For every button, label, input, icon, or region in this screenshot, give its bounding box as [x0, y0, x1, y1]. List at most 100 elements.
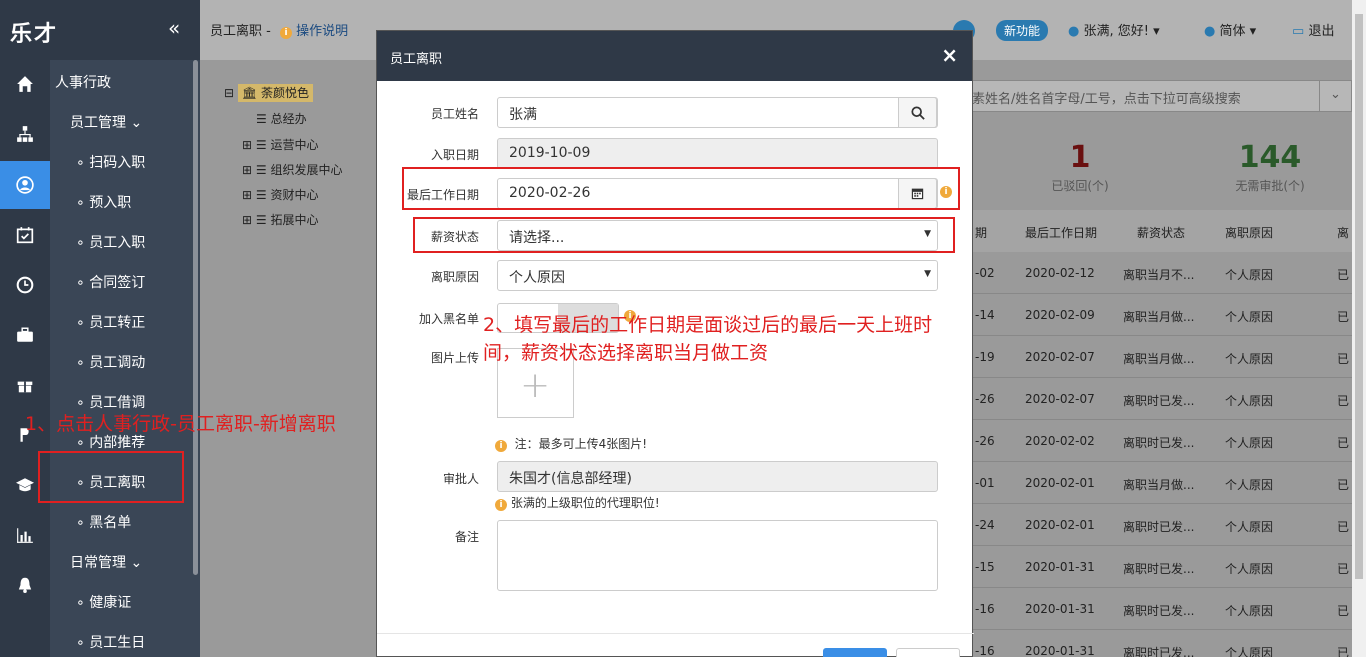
tree-node[interactable]: ⊞ ☰ 组织发展中心	[242, 161, 342, 178]
table-row[interactable]: -02 2020-02-12 离职当月不... 个人原因 已	[965, 252, 1352, 294]
hire-date-field: 2019-10-09	[497, 138, 938, 169]
cancel-button[interactable]	[896, 648, 960, 657]
table-cell: 2020-02-09	[1025, 308, 1095, 322]
org-icon[interactable]	[0, 110, 50, 158]
table-cell: 离职时已发...	[1123, 562, 1195, 576]
nav-group-employee[interactable]: 员工管理 ⌄	[70, 112, 142, 132]
employee-search-input[interactable]: 素姓名/姓名首字母/工号，点击下拉可高级搜索 ⌄	[965, 80, 1352, 112]
annotation-box-last-day	[402, 167, 960, 210]
table-row[interactable]: -16 2020-01-31 离职时已发... 个人原因 已	[965, 630, 1352, 657]
table-cell: 个人原因	[1225, 268, 1274, 282]
annotation-box-salary	[413, 217, 955, 253]
table-cell: 已	[1337, 268, 1350, 282]
label-name: 员工姓名	[430, 107, 479, 121]
nav-item[interactable]: ∘ 黑名单	[76, 512, 131, 532]
table-cell: 离职时已发...	[1123, 520, 1195, 534]
user-circle-icon[interactable]	[0, 161, 50, 209]
tree-node[interactable]: ⊞ ☰ 资财中心	[242, 186, 318, 203]
table-cell: 已	[1337, 646, 1350, 657]
modal-header: 员工离职 ×	[377, 31, 972, 81]
table-cell: 已	[1337, 394, 1350, 408]
calendar-check-icon[interactable]	[0, 211, 50, 259]
table-cell: -24	[975, 518, 995, 532]
table-cell: 已	[1337, 478, 1350, 492]
dropdown-caret-icon: ▼	[924, 269, 931, 279]
nav-section-hr[interactable]: 人事行政	[55, 72, 111, 92]
home-icon[interactable]	[0, 60, 50, 108]
collapse-sidebar-icon[interactable]: «	[168, 16, 180, 40]
table-cell: 个人原因	[1225, 310, 1274, 324]
clock-icon[interactable]	[0, 261, 50, 309]
table-row[interactable]: -26 2020-02-02 离职时已发... 个人原因 已	[965, 420, 1352, 462]
nav-item[interactable]: ∘ 员工入职	[76, 232, 145, 252]
table-cell: 个人原因	[1225, 520, 1274, 534]
user-menu[interactable]: ● 张满, 您好! ▾	[1068, 20, 1160, 39]
chevron-down-icon: ⌄	[130, 115, 143, 131]
subnav-scrollbar[interactable]	[193, 60, 198, 575]
stat-rejected: 1 已驳回(个)	[1051, 140, 1109, 193]
tree-node[interactable]: ⊞ ☰ 运营中心	[242, 136, 318, 153]
info-icon: i	[280, 27, 292, 39]
close-icon[interactable]: ×	[941, 43, 958, 67]
table-cell: 个人原因	[1225, 562, 1274, 576]
table-row[interactable]: -16 2020-01-31 离职时已发... 个人原因 已	[965, 588, 1352, 630]
table-cell: 2020-02-07	[1025, 350, 1095, 364]
table-cell: 2020-01-31	[1025, 644, 1095, 657]
table-cell: 离职时已发...	[1123, 646, 1195, 657]
table-cell: -19	[975, 350, 995, 364]
logout-button[interactable]: ▭ 退出	[1292, 20, 1334, 39]
employee-name-field[interactable]: 张满	[497, 97, 938, 128]
nav-item[interactable]: ∘ 合同签订	[76, 272, 145, 292]
nav-item[interactable]: ∘ 员工转正	[76, 312, 145, 332]
chart-icon[interactable]	[0, 511, 50, 559]
bell-icon[interactable]	[0, 561, 50, 609]
annotation-box-nav	[38, 451, 184, 503]
gift-icon[interactable]	[0, 361, 50, 409]
confirm-button[interactable]	[823, 648, 887, 657]
table-row[interactable]: -19 2020-02-07 离职当月做... 个人原因 已	[965, 336, 1352, 378]
lang-icon: ●	[1204, 24, 1216, 39]
table-cell: 2020-02-07	[1025, 392, 1095, 406]
tree-root[interactable]: ⊟ 🏛 荼颜悦色	[224, 84, 313, 102]
nav-item[interactable]: ∘ 预入职	[76, 192, 131, 212]
language-menu[interactable]: ● 简体 ▾	[1204, 20, 1256, 39]
table-row[interactable]: -26 2020-02-07 离职时已发... 个人原因 已	[965, 378, 1352, 420]
annotation-step2-line1: 2、填写最后的工作日期是面谈过后的最后一天上班时	[483, 314, 933, 336]
label-hire-date: 入职日期	[430, 148, 479, 162]
resignation-reason-select[interactable]: 个人原因 ▼	[497, 260, 938, 291]
nav-item[interactable]: ∘ 健康证	[76, 592, 131, 612]
help-link[interactable]: i 操作说明	[280, 20, 348, 39]
table-cell: 已	[1337, 604, 1350, 618]
nav-item[interactable]: ∘ 扫码入职	[76, 152, 145, 172]
tree-node[interactable]: ⊞ ☰ 拓展中心	[242, 211, 318, 228]
approver-field: 朱国才(信息部经理)	[497, 461, 938, 492]
search-icon[interactable]	[898, 97, 937, 128]
briefcase-icon[interactable]	[0, 311, 50, 359]
table-row[interactable]: -01 2020-02-01 离职当月做... 个人原因 已	[965, 462, 1352, 504]
logout-icon: ▭	[1292, 24, 1305, 39]
table-row[interactable]: -24 2020-02-01 离职时已发... 个人原因 已	[965, 504, 1352, 546]
table-row[interactable]: -14 2020-02-09 离职当月做... 个人原因 已	[965, 294, 1352, 336]
table-cell: 个人原因	[1225, 436, 1274, 450]
page-scrollbar[interactable]	[1352, 0, 1366, 657]
sub-navigation: 人事行政 员工管理 ⌄ ∘ 扫码入职 ∘ 预入职 ∘ 员工入职 ∘ 合同签订 ∘…	[50, 60, 200, 657]
user-icon: ●	[1068, 24, 1080, 39]
chevron-down-icon[interactable]: ⌄	[1319, 81, 1351, 111]
table-cell: 已	[1337, 436, 1350, 450]
tree-node[interactable]: ☰ 总经办	[256, 110, 307, 127]
table-cell: 离职时已发...	[1123, 436, 1195, 450]
breadcrumb: 员工离职 -	[210, 24, 271, 39]
table-cell: 已	[1337, 352, 1350, 366]
bank-icon: 🏛	[241, 86, 258, 100]
remark-textarea[interactable]	[497, 520, 938, 591]
nav-item[interactable]: ∘ 员工调动	[76, 352, 145, 372]
table-row[interactable]: -15 2020-01-31 离职时已发... 个人原因 已	[965, 546, 1352, 588]
table-cell: -14	[975, 308, 995, 322]
chevron-down-icon: ⌄	[130, 555, 143, 571]
new-feature-button[interactable]: 新功能	[996, 20, 1049, 41]
label-upload: 图片上传	[430, 351, 479, 365]
nav-item[interactable]: ∘ 员工生日	[76, 632, 145, 652]
nav-group-daily[interactable]: 日常管理 ⌄	[70, 552, 142, 572]
table-cell: 已	[1337, 520, 1350, 534]
table-cell: 2020-02-01	[1025, 476, 1095, 490]
